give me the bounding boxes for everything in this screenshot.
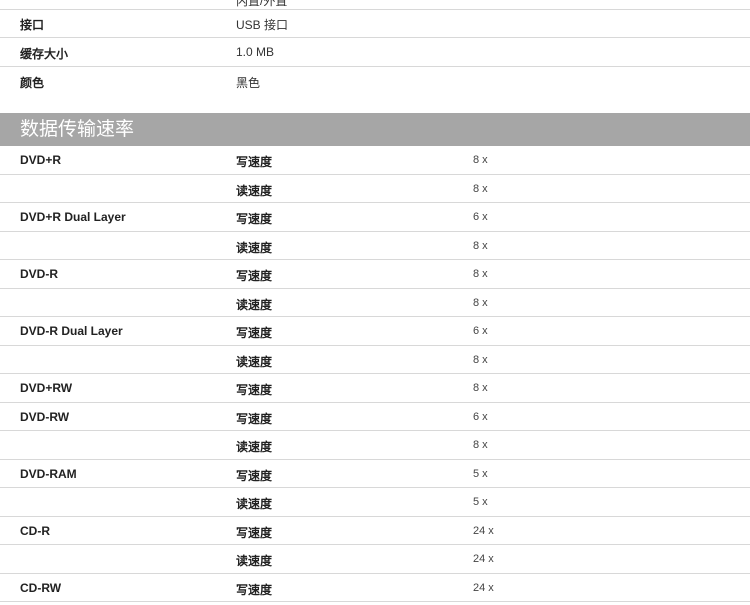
- spec-key: 缓存大小: [20, 47, 69, 61]
- media-type: CD-RW: [20, 580, 62, 595]
- spec-row-interface: 接口 USB 接口: [0, 9, 750, 38]
- speed-value: 8 x: [473, 239, 488, 252]
- media-type: CD-R: [20, 523, 50, 538]
- table-row: 读速度 8 x: [0, 346, 750, 374]
- operation-label: 写速度: [236, 411, 273, 426]
- speed-value: 8 x: [473, 296, 488, 309]
- speed-value: 8 x: [473, 439, 488, 451]
- spec-table: 接口 USB 接口 缓存大小 1.0 MB 颜色 黑色: [0, 9, 750, 95]
- speed-value: 8 x: [473, 382, 488, 394]
- operation-label: 写速度: [236, 582, 273, 597]
- operation-label: 写速度: [236, 155, 273, 169]
- spec-value: 黑色: [236, 76, 261, 90]
- spec-row-cache: 缓存大小 1.0 MB: [0, 38, 750, 67]
- speed-table: DVD+R 写速度 8 x 读速度 8 x DVD+R Dual Layer 写速度 6 x 读…: [0, 146, 750, 602]
- media-type: DVD-R: [20, 267, 58, 281]
- operation-label: 写速度: [236, 383, 273, 397]
- speed-value: 24 x: [473, 553, 494, 565]
- operation-label: 读速度: [236, 497, 273, 511]
- spec-row-color: 颜色 黑色: [0, 67, 750, 95]
- media-type: DVD-RAM: [20, 466, 77, 481]
- table-row: 读速度 8 x: [0, 289, 750, 317]
- operation-label: 读速度: [236, 554, 273, 568]
- speed-value: 6 x: [473, 410, 488, 423]
- table-row: CD-R 写速度 24 x: [0, 517, 750, 545]
- speed-value: 5 x: [473, 496, 488, 508]
- speed-value: 8 x: [473, 268, 488, 280]
- spec-page: 内置/外置 接口 USB 接口 缓存大小 1.0 MB 颜色 黑色 数据传输速率…: [0, 0, 750, 605]
- speed-value: 5 x: [473, 467, 488, 480]
- speed-value: 8 x: [473, 182, 488, 195]
- speed-value: 6 x: [473, 211, 488, 223]
- operation-label: 写速度: [236, 468, 273, 483]
- table-row: 读速度 8 x: [0, 431, 750, 460]
- table-row: DVD-RW 写速度 6 x: [0, 403, 750, 431]
- spec-key: 颜色: [20, 76, 45, 90]
- speed-value: 6 x: [473, 325, 488, 337]
- speed-value: 8 x: [473, 353, 488, 366]
- table-row: DVD+RW 写速度 8 x: [0, 374, 750, 403]
- operation-label: 写速度: [236, 326, 273, 340]
- operation-label: 读速度: [236, 240, 273, 255]
- table-row: DVD-R 写速度 8 x: [0, 260, 750, 289]
- operation-label: 写速度: [236, 269, 273, 283]
- cutoff-row-value: 内置/外置: [236, 0, 288, 8]
- speed-value: 24 x: [473, 524, 494, 537]
- table-row: 读速度 5 x: [0, 488, 750, 517]
- table-row: CD-RW 写速度 24 x: [0, 574, 750, 602]
- spec-value: 1.0 MB: [236, 45, 275, 59]
- media-type: DVD-R Dual Layer: [20, 324, 123, 338]
- section-header: 数据传输速率: [0, 113, 750, 146]
- media-type: DVD-RW: [20, 409, 70, 424]
- operation-label: 读速度: [236, 354, 273, 369]
- operation-label: 读速度: [236, 297, 273, 312]
- table-row: DVD-RAM 写速度 5 x: [0, 460, 750, 488]
- table-row: DVD+R 写速度 8 x: [0, 146, 750, 175]
- spec-key: 接口: [20, 18, 45, 32]
- operation-label: 写速度: [236, 525, 273, 540]
- speed-value: 24 x: [473, 581, 494, 594]
- table-row: 读速度 8 x: [0, 175, 750, 203]
- operation-label: 读速度: [236, 183, 273, 198]
- table-row: DVD-R Dual Layer 写速度 6 x: [0, 317, 750, 346]
- media-type: DVD+RW: [20, 381, 73, 395]
- section-title: 数据传输速率: [20, 119, 135, 140]
- spec-value: USB 接口: [236, 18, 289, 32]
- operation-label: 写速度: [236, 212, 273, 226]
- table-row: 读速度 24 x: [0, 545, 750, 574]
- table-row: 读速度 8 x: [0, 232, 750, 260]
- media-type: DVD+R Dual Layer: [20, 210, 126, 224]
- operation-label: 读速度: [236, 440, 273, 454]
- speed-value: 8 x: [473, 154, 488, 166]
- table-row: DVD+R Dual Layer 写速度 6 x: [0, 203, 750, 232]
- media-type: DVD+R: [20, 153, 62, 167]
